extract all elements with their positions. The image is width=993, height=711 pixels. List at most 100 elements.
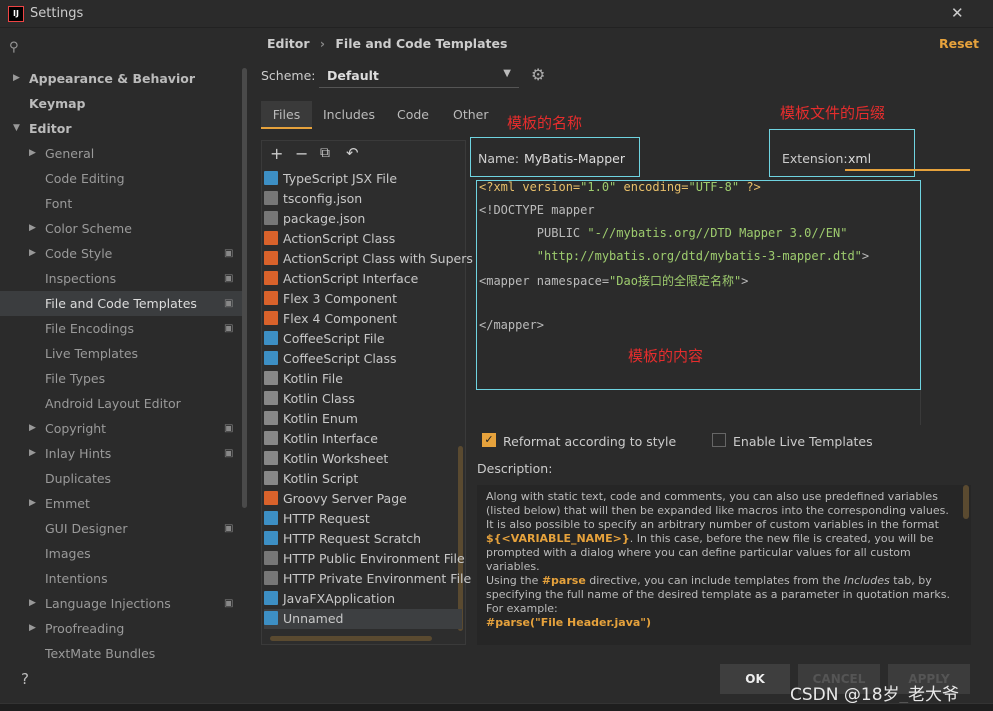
file-template-item[interactable]: Unnamed	[264, 609, 462, 629]
close-icon[interactable]: ✕	[951, 4, 964, 22]
chevron-right-icon[interactable]: ▶	[29, 441, 36, 466]
file-template-item[interactable]: HTTP Private Environment File	[264, 569, 471, 589]
remove-icon[interactable]: −	[295, 144, 308, 163]
extension-value: xml	[848, 151, 872, 166]
sidebar-item-label: Code Editing	[45, 171, 125, 186]
sidebar-item-emmet[interactable]: ▶ Emmet	[0, 491, 242, 516]
sidebar-scrollbar[interactable]	[242, 68, 247, 508]
sidebar-item-android-layout-editor[interactable]: Android Layout Editor	[0, 391, 242, 416]
chevron-right-icon[interactable]: ▶	[29, 491, 36, 516]
file-template-item[interactable]: Flex 4 Component	[264, 309, 462, 329]
sidebar-item-label: Duplicates	[45, 471, 112, 486]
copy-icon[interactable]: ⧉	[320, 145, 330, 161]
file-template-item[interactable]: ActionScript Class with Supers	[264, 249, 473, 269]
project-settings-icon: ▣	[224, 523, 234, 534]
description-scrollbar[interactable]	[963, 485, 969, 519]
file-template-item[interactable]: HTTP Request	[264, 509, 462, 529]
live-templates-checkbox[interactable]	[712, 433, 726, 447]
file-template-item[interactable]: Kotlin Script	[264, 469, 462, 489]
reformat-checkbox[interactable]: ✓	[482, 433, 496, 447]
file-template-item[interactable]: Groovy Server Page	[264, 489, 462, 509]
search-icon[interactable]: ⚲	[9, 40, 19, 55]
scheme-label: Scheme:	[261, 68, 316, 83]
file-template-item[interactable]: Kotlin Enum	[264, 409, 462, 429]
editor-lower-area[interactable]	[476, 390, 921, 425]
reformat-label[interactable]: Reformat according to style	[503, 434, 676, 449]
file-template-item[interactable]: CoffeeScript Class	[264, 349, 462, 369]
sidebar-item-editor[interactable]: ▼ Editor	[0, 116, 242, 141]
sidebar-item-label: File Types	[45, 371, 106, 386]
chevron-right-icon[interactable]: ▶	[29, 416, 36, 441]
chevron-down-icon[interactable]: ▼	[13, 116, 20, 141]
sidebar-item-appearance-behavior[interactable]: ▶ Appearance & Behavior	[0, 66, 242, 91]
reset-link[interactable]: Reset	[939, 36, 979, 51]
live-templates-label[interactable]: Enable Live Templates	[733, 434, 873, 449]
title-bar: IJ Settings ✕	[0, 0, 993, 28]
file-template-item[interactable]: HTTP Public Environment File	[264, 549, 465, 569]
help-button[interactable]: ?	[21, 670, 29, 688]
file-template-item[interactable]: package.json	[264, 209, 462, 229]
file-template-item[interactable]: Kotlin Class	[264, 389, 462, 409]
sidebar-item-inspections[interactable]: Inspections ▣	[0, 266, 242, 291]
file-template-item[interactable]: Flex 3 Component	[264, 289, 462, 309]
file-template-item[interactable]: JavaFXApplication	[264, 589, 462, 609]
sidebar-item-general[interactable]: ▶ General	[0, 141, 242, 166]
ok-button[interactable]: OK	[720, 664, 790, 694]
chevron-right-icon[interactable]: ▶	[29, 591, 36, 616]
tab-includes[interactable]: Includes	[323, 101, 375, 129]
sidebar-item-label: Proofreading	[45, 621, 125, 636]
settings-sidebar: ⚲ ▶ Appearance & Behavior Keymap ▼ Editor ▶ Ge…	[0, 28, 250, 661]
breadcrumb-parent[interactable]: Editor	[267, 36, 310, 51]
file-template-item[interactable]: TypeScript JSX File	[264, 169, 462, 189]
scheme-select[interactable]: Default ▼	[319, 63, 519, 88]
sidebar-item-label: Copyright	[45, 421, 107, 436]
sidebar-item-code-style[interactable]: ▶ Code Style ▣	[0, 241, 242, 266]
name-input[interactable]: MyBatis-Mapper	[524, 151, 625, 166]
sidebar-item-gui-designer[interactable]: GUI Designer ▣	[0, 516, 242, 541]
file-type-icon	[264, 231, 278, 245]
chevron-right-icon[interactable]: ▶	[13, 66, 20, 91]
files-hscrollbar[interactable]	[270, 636, 432, 641]
sidebar-item-copyright[interactable]: ▶ Copyright ▣	[0, 416, 242, 441]
file-template-item[interactable]: tsconfig.json	[264, 189, 462, 209]
add-icon[interactable]: +	[270, 144, 283, 163]
sidebar-item-textmate-bundles[interactable]: TextMate Bundles	[0, 641, 242, 666]
extension-input[interactable]: xml	[845, 146, 970, 171]
sidebar-item-duplicates[interactable]: Duplicates	[0, 466, 242, 491]
chevron-right-icon[interactable]: ▶	[29, 616, 36, 641]
file-type-icon	[264, 291, 278, 305]
sidebar-item-label: Inlay Hints	[45, 446, 112, 461]
project-settings-icon: ▣	[224, 273, 234, 284]
sidebar-item-live-templates[interactable]: Live Templates	[0, 341, 242, 366]
sidebar-item-font[interactable]: Font	[0, 191, 242, 216]
sidebar-item-proofreading[interactable]: ▶ Proofreading	[0, 616, 242, 641]
file-template-item[interactable]: HTTP Request Scratch	[264, 529, 462, 549]
gear-icon[interactable]: ⚙	[531, 65, 545, 84]
sidebar-item-keymap[interactable]: Keymap	[0, 91, 242, 116]
breadcrumb-separator: ›	[319, 36, 326, 51]
sidebar-item-language-injections[interactable]: ▶ Language Injections ▣	[0, 591, 242, 616]
sidebar-item-intentions[interactable]: Intentions	[0, 566, 242, 591]
tab-code[interactable]: Code	[397, 101, 429, 129]
file-template-item[interactable]: ActionScript Class	[264, 229, 462, 249]
file-type-icon	[264, 191, 278, 205]
tab-files[interactable]: Files	[261, 101, 312, 129]
sidebar-item-inlay-hints[interactable]: ▶ Inlay Hints ▣	[0, 441, 242, 466]
file-template-item[interactable]: Kotlin Worksheet	[264, 449, 462, 469]
sidebar-item-file-encodings[interactable]: File Encodings ▣	[0, 316, 242, 341]
sidebar-item-code-editing[interactable]: Code Editing	[0, 166, 242, 191]
reset-icon[interactable]: ↶	[346, 144, 359, 162]
sidebar-item-file-types[interactable]: File Types	[0, 366, 242, 391]
file-template-item[interactable]: Kotlin File	[264, 369, 462, 389]
file-template-item[interactable]: Kotlin Interface	[264, 429, 462, 449]
file-template-item[interactable]: CoffeeScript File	[264, 329, 462, 349]
sidebar-item-label: Color Scheme	[45, 221, 132, 236]
chevron-right-icon[interactable]: ▶	[29, 216, 36, 241]
file-template-item[interactable]: ActionScript Interface	[264, 269, 462, 289]
sidebar-item-color-scheme[interactable]: ▶ Color Scheme	[0, 216, 242, 241]
chevron-right-icon[interactable]: ▶	[29, 241, 36, 266]
tab-other[interactable]: Other	[453, 101, 489, 129]
sidebar-item-images[interactable]: Images	[0, 541, 242, 566]
chevron-right-icon[interactable]: ▶	[29, 141, 36, 166]
sidebar-item-file-and-code-templates[interactable]: File and Code Templates ▣	[0, 291, 242, 316]
